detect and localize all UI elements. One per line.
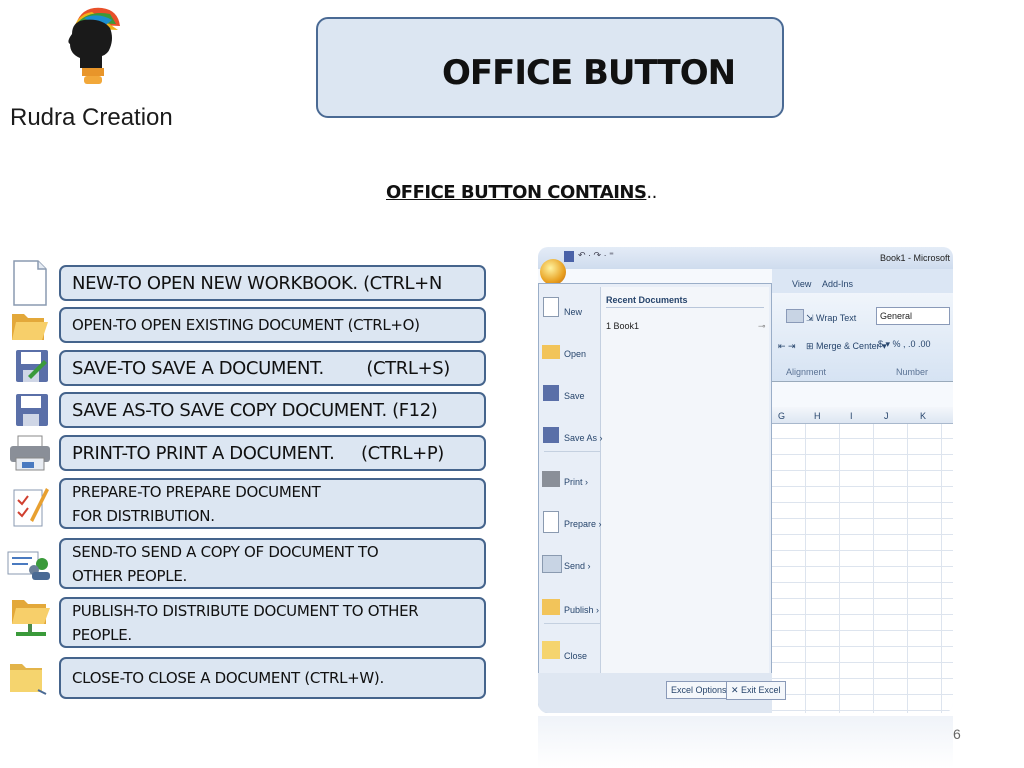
excel-save-as-icon: [543, 427, 559, 443]
item-text: CLOSE-TO CLOSE A DOCUMENT (CTRL+W).: [72, 669, 384, 687]
excel-menu-print: Print ›: [564, 477, 589, 487]
excel-office-menu-screenshot: Book1 - Microsoft Ex ↶ · ↷ · ⁼ View Add-…: [538, 247, 953, 713]
prepare-icon: [12, 484, 50, 528]
excel-menu-prepare: Prepare ›: [564, 519, 602, 529]
tab-add-ins: Add-Ins: [822, 279, 854, 289]
indent-icons: ⇤ ⇥: [778, 341, 796, 351]
open-folder-icon: [10, 308, 50, 344]
item-text: OPEN-TO OPEN EXISTING DOCUMENT (CTRL+O): [72, 316, 420, 334]
column-g: G: [778, 411, 786, 421]
printer-icon: [8, 434, 52, 472]
menu-item-save-as: SAVE AS-TO SAVE COPY DOCUMENT. (F12): [59, 392, 486, 428]
merge-center: ⊞ Merge & Center ▾: [806, 341, 887, 351]
excel-menu-publish: Publish ›: [564, 605, 600, 615]
subtitle-suffix: ..: [646, 182, 657, 203]
menu-divider: [544, 451, 600, 452]
undo-icon: ↶ · ↷ · ⁼: [578, 250, 614, 260]
excel-publish-icon: [542, 599, 560, 615]
exit-excel-label: Exit Excel: [741, 685, 781, 695]
publish-icon: [8, 596, 54, 640]
item-text: PRINT-TO PRINT A DOCUMENT. (CTRL+P): [72, 442, 444, 464]
menu-item-open: OPEN-TO OPEN EXISTING DOCUMENT (CTRL+O): [59, 307, 486, 343]
item-text: SAVE-TO SAVE A DOCUMENT. (CTRL+S): [72, 357, 450, 379]
recent-documents-pane: [600, 287, 769, 673]
brand-name: Rudra Creation: [10, 104, 173, 131]
menu-item-send: SEND-TO SEND A COPY OF DOCUMENT TO OTHER…: [59, 538, 486, 589]
group-number: Number: [896, 367, 929, 377]
excel-menu-open: Open: [564, 349, 587, 359]
excel-new-icon: [543, 297, 559, 317]
title-box: OFFICE BUTTON: [316, 17, 784, 118]
excel-send-icon: [542, 555, 562, 573]
number-format-icons: $ ▾ % , .0 .00: [878, 339, 931, 349]
save-icon: [14, 348, 50, 384]
exit-excel-button: ✕ Exit Excel: [726, 681, 786, 700]
wrap-text: ⇲ Wrap Text: [806, 313, 857, 323]
column-i: I: [850, 411, 853, 421]
column-h: H: [814, 411, 821, 421]
excel-menu-new: New: [564, 307, 583, 317]
group-alignment: Alignment: [786, 367, 827, 377]
save-as-icon: [14, 392, 50, 428]
menu-item-close: CLOSE-TO CLOSE A DOCUMENT (CTRL+W).: [59, 657, 486, 699]
menu-item-new: NEW-TO OPEN NEW WORKBOOK. (CTRL+N: [59, 265, 486, 301]
excel-print-icon: [542, 471, 560, 487]
excel-close-icon: [542, 641, 560, 659]
tab-view: View: [792, 279, 812, 289]
item-text: NEW-TO OPEN NEW WORKBOOK. (CTRL+N: [72, 272, 442, 294]
send-icon: [6, 544, 52, 582]
recent-item-book1: 1 Book1: [606, 321, 640, 331]
column-k: K: [920, 411, 927, 421]
quick-save-icon: [564, 251, 574, 262]
pin-icon: ⊸: [758, 321, 766, 331]
recent-divider: [606, 307, 764, 308]
item-text: PREPARE-TO PREPARE DOCUMENT FOR DISTRIBU…: [72, 482, 321, 525]
menu-item-publish: PUBLISH-TO DISTRIBUTE DOCUMENT TO OTHER …: [59, 597, 486, 648]
number-format-value: General: [880, 311, 913, 321]
excel-menu-send: Send ›: [564, 561, 591, 571]
slide-title: OFFICE BUTTON: [442, 53, 736, 93]
menu-item-print: PRINT-TO PRINT A DOCUMENT. (CTRL+P): [59, 435, 486, 471]
office-button-icon: [540, 259, 566, 285]
subtitle: OFFICE BUTTON CONTAINS..: [386, 182, 657, 203]
close-folder-icon: [8, 660, 50, 696]
merge-center-label: Merge & Center: [816, 341, 880, 351]
excel-menu-save-as: Save As ›: [564, 433, 603, 443]
excel-menu-prepare-label: Prepare: [564, 519, 597, 529]
page-number: 6: [953, 726, 961, 742]
excel-open-icon: [542, 345, 560, 359]
column-j: J: [884, 411, 889, 421]
rudra-logo: [62, 4, 128, 96]
menu-item-save: SAVE-TO SAVE A DOCUMENT. (CTRL+S): [59, 350, 486, 386]
item-text: PUBLISH-TO DISTRIBUTE DOCUMENT TO OTHER …: [72, 601, 419, 644]
excel-menu-print-label: Print: [564, 477, 583, 487]
excel-menu-send-label: Send: [564, 561, 586, 571]
orientation-icon: [786, 309, 804, 323]
recent-documents-header: Recent Documents: [606, 295, 688, 305]
item-text: SEND-TO SEND A COPY OF DOCUMENT TO OTHER…: [72, 542, 379, 585]
spreadsheet-grid-columns: [772, 407, 953, 713]
menu-item-prepare: PREPARE-TO PREPARE DOCUMENT FOR DISTRIBU…: [59, 478, 486, 529]
screenshot-reflection: [538, 716, 953, 768]
excel-save-icon: [543, 385, 559, 401]
excel-menu-save-as-label: Save As: [564, 433, 598, 443]
excel-menu-close: Close: [564, 651, 588, 661]
new-document-icon: [10, 259, 50, 307]
excel-window-title: Book1 - Microsoft Ex: [880, 253, 953, 263]
item-text: SAVE AS-TO SAVE COPY DOCUMENT. (F12): [72, 399, 438, 421]
menu-divider: [544, 623, 600, 624]
excel-prepare-icon: [543, 511, 559, 533]
excel-menu-save: Save: [564, 391, 585, 401]
subtitle-text: OFFICE BUTTON CONTAINS: [386, 182, 647, 203]
wrap-text-label: Wrap Text: [816, 313, 857, 323]
excel-options-button: Excel Options: [666, 681, 732, 699]
excel-menu-publish-label: Publish: [564, 605, 594, 615]
